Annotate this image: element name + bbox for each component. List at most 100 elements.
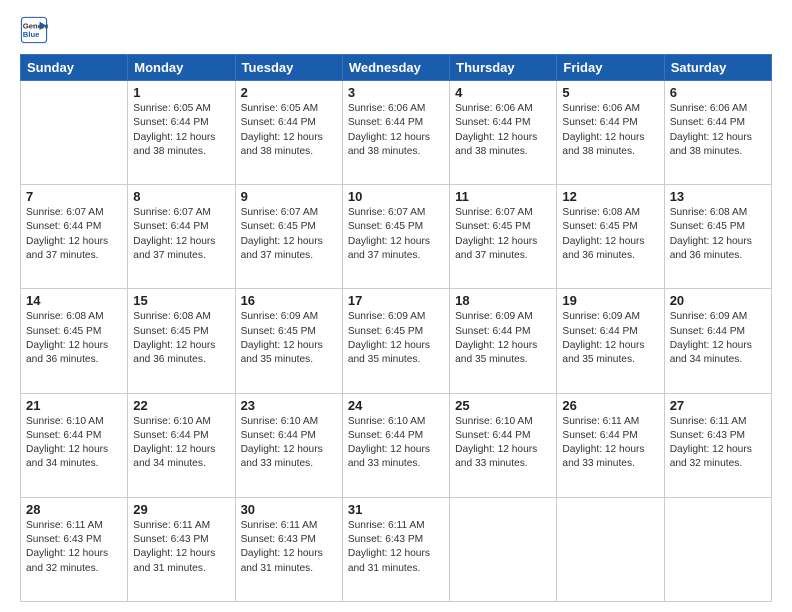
- calendar-cell: 29 Sunrise: 6:11 AM Sunset: 6:43 PM Dayli…: [128, 497, 235, 601]
- calendar-cell: 20 Sunrise: 6:09 AM Sunset: 6:44 PM Dayli…: [664, 289, 771, 393]
- day-number: 12: [562, 189, 658, 204]
- calendar-cell: 12 Sunrise: 6:08 AM Sunset: 6:45 PM Dayli…: [557, 185, 664, 289]
- day-info: Sunrise: 6:10 AM Sunset: 6:44 PM Dayligh…: [26, 415, 122, 472]
- weekday-header-sunday: Sunday: [21, 55, 128, 81]
- day-number: 14: [26, 293, 122, 308]
- day-info: Sunrise: 6:10 AM Sunset: 6:44 PM Dayligh…: [455, 415, 551, 472]
- day-info: Sunrise: 6:10 AM Sunset: 6:44 PM Dayligh…: [133, 415, 229, 472]
- day-info: Sunrise: 6:11 AM Sunset: 6:43 PM Dayligh…: [133, 519, 229, 576]
- logo-icon: General Blue: [20, 16, 48, 44]
- calendar-cell: 22 Sunrise: 6:10 AM Sunset: 6:44 PM Dayli…: [128, 393, 235, 497]
- calendar-cell: 28 Sunrise: 6:11 AM Sunset: 6:43 PM Dayli…: [21, 497, 128, 601]
- day-info: Sunrise: 6:07 AM Sunset: 6:45 PM Dayligh…: [455, 206, 551, 263]
- day-info: Sunrise: 6:08 AM Sunset: 6:45 PM Dayligh…: [562, 206, 658, 263]
- day-number: 11: [455, 189, 551, 204]
- calendar-cell: 15 Sunrise: 6:08 AM Sunset: 6:45 PM Dayli…: [128, 289, 235, 393]
- calendar-cell: 21 Sunrise: 6:10 AM Sunset: 6:44 PM Dayli…: [21, 393, 128, 497]
- day-info: Sunrise: 6:07 AM Sunset: 6:44 PM Dayligh…: [133, 206, 229, 263]
- day-info: Sunrise: 6:09 AM Sunset: 6:44 PM Dayligh…: [670, 310, 766, 367]
- day-number: 2: [241, 85, 337, 100]
- day-info: Sunrise: 6:06 AM Sunset: 6:44 PM Dayligh…: [455, 102, 551, 159]
- day-info: Sunrise: 6:08 AM Sunset: 6:45 PM Dayligh…: [26, 310, 122, 367]
- day-number: 6: [670, 85, 766, 100]
- day-number: 7: [26, 189, 122, 204]
- calendar-week-1: 1 Sunrise: 6:05 AM Sunset: 6:44 PM Daylig…: [21, 81, 772, 185]
- day-number: 9: [241, 189, 337, 204]
- calendar-cell: 17 Sunrise: 6:09 AM Sunset: 6:45 PM Dayli…: [342, 289, 449, 393]
- day-info: Sunrise: 6:09 AM Sunset: 6:45 PM Dayligh…: [348, 310, 444, 367]
- day-info: Sunrise: 6:11 AM Sunset: 6:43 PM Dayligh…: [26, 519, 122, 576]
- day-info: Sunrise: 6:07 AM Sunset: 6:44 PM Dayligh…: [26, 206, 122, 263]
- calendar-cell: [664, 497, 771, 601]
- weekday-header-monday: Monday: [128, 55, 235, 81]
- calendar-cell: 3 Sunrise: 6:06 AM Sunset: 6:44 PM Daylig…: [342, 81, 449, 185]
- day-info: Sunrise: 6:10 AM Sunset: 6:44 PM Dayligh…: [348, 415, 444, 472]
- day-info: Sunrise: 6:08 AM Sunset: 6:45 PM Dayligh…: [133, 310, 229, 367]
- calendar-cell: [21, 81, 128, 185]
- logo: General Blue: [20, 16, 52, 44]
- calendar-cell: 4 Sunrise: 6:06 AM Sunset: 6:44 PM Daylig…: [450, 81, 557, 185]
- calendar-week-4: 21 Sunrise: 6:10 AM Sunset: 6:44 PM Dayli…: [21, 393, 772, 497]
- calendar-cell: 11 Sunrise: 6:07 AM Sunset: 6:45 PM Dayli…: [450, 185, 557, 289]
- day-info: Sunrise: 6:07 AM Sunset: 6:45 PM Dayligh…: [348, 206, 444, 263]
- day-number: 24: [348, 398, 444, 413]
- day-number: 10: [348, 189, 444, 204]
- day-info: Sunrise: 6:07 AM Sunset: 6:45 PM Dayligh…: [241, 206, 337, 263]
- calendar-cell: 27 Sunrise: 6:11 AM Sunset: 6:43 PM Dayli…: [664, 393, 771, 497]
- day-number: 22: [133, 398, 229, 413]
- calendar-cell: 18 Sunrise: 6:09 AM Sunset: 6:44 PM Dayli…: [450, 289, 557, 393]
- day-number: 5: [562, 85, 658, 100]
- calendar-cell: 31Sunrise: 6:11 AM Sunset: 6:43 PM Dayli…: [342, 497, 449, 601]
- calendar-week-2: 7 Sunrise: 6:07 AM Sunset: 6:44 PM Daylig…: [21, 185, 772, 289]
- weekday-header-saturday: Saturday: [664, 55, 771, 81]
- calendar-cell: 16Sunrise: 6:09 AM Sunset: 6:45 PM Dayli…: [235, 289, 342, 393]
- day-info: Sunrise: 6:11 AM Sunset: 6:43 PM Dayligh…: [670, 415, 766, 472]
- day-number: 29: [133, 502, 229, 517]
- day-info: Sunrise: 6:09 AM Sunset: 6:44 PM Dayligh…: [455, 310, 551, 367]
- day-number: 17: [348, 293, 444, 308]
- weekday-header-tuesday: Tuesday: [235, 55, 342, 81]
- day-number: 21: [26, 398, 122, 413]
- day-number: 16: [241, 293, 337, 308]
- day-number: 23: [241, 398, 337, 413]
- day-number: 18: [455, 293, 551, 308]
- weekday-header-thursday: Thursday: [450, 55, 557, 81]
- day-info: Sunrise: 6:10 AM Sunset: 6:44 PM Dayligh…: [241, 415, 337, 472]
- calendar-cell: 9 Sunrise: 6:07 AM Sunset: 6:45 PM Daylig…: [235, 185, 342, 289]
- day-number: 30: [241, 502, 337, 517]
- day-info: Sunrise: 6:06 AM Sunset: 6:44 PM Dayligh…: [348, 102, 444, 159]
- day-number: 4: [455, 85, 551, 100]
- day-info: Sunrise: 6:09 AM Sunset: 6:44 PM Dayligh…: [562, 310, 658, 367]
- day-info: Sunrise: 6:08 AM Sunset: 6:45 PM Dayligh…: [670, 206, 766, 263]
- day-info: Sunrise: 6:05 AM Sunset: 6:44 PM Dayligh…: [133, 102, 229, 159]
- calendar-cell: [450, 497, 557, 601]
- day-info: Sunrise: 6:06 AM Sunset: 6:44 PM Dayligh…: [670, 102, 766, 159]
- calendar-cell: 6 Sunrise: 6:06 AM Sunset: 6:44 PM Daylig…: [664, 81, 771, 185]
- calendar-cell: 14 Sunrise: 6:08 AM Sunset: 6:45 PM Dayli…: [21, 289, 128, 393]
- day-number: 26: [562, 398, 658, 413]
- calendar-week-5: 28 Sunrise: 6:11 AM Sunset: 6:43 PM Dayli…: [21, 497, 772, 601]
- day-number: 8: [133, 189, 229, 204]
- calendar-cell: 1 Sunrise: 6:05 AM Sunset: 6:44 PM Daylig…: [128, 81, 235, 185]
- weekday-header-friday: Friday: [557, 55, 664, 81]
- calendar-cell: 23 Sunrise: 6:10 AM Sunset: 6:44 PM Dayli…: [235, 393, 342, 497]
- weekday-header-row: SundayMondayTuesdayWednesdayThursdayFrid…: [21, 55, 772, 81]
- calendar-table: SundayMondayTuesdayWednesdayThursdayFrid…: [20, 54, 772, 602]
- day-number: 28: [26, 502, 122, 517]
- calendar-cell: 26Sunrise: 6:11 AM Sunset: 6:44 PM Dayli…: [557, 393, 664, 497]
- day-number: 3: [348, 85, 444, 100]
- day-number: 27: [670, 398, 766, 413]
- calendar-cell: 25 Sunrise: 6:10 AM Sunset: 6:44 PM Dayli…: [450, 393, 557, 497]
- calendar-cell: 8 Sunrise: 6:07 AM Sunset: 6:44 PM Daylig…: [128, 185, 235, 289]
- calendar-cell: 10 Sunrise: 6:07 AM Sunset: 6:45 PM Dayli…: [342, 185, 449, 289]
- day-info: Sunrise: 6:11 AM Sunset: 6:43 PM Dayligh…: [348, 519, 444, 576]
- day-number: 20: [670, 293, 766, 308]
- svg-text:Blue: Blue: [23, 30, 40, 39]
- day-number: 25: [455, 398, 551, 413]
- day-info: Sunrise: 6:05 AM Sunset: 6:44 PM Dayligh…: [241, 102, 337, 159]
- day-number: 15: [133, 293, 229, 308]
- day-info: Sunrise: 6:06 AM Sunset: 6:44 PM Dayligh…: [562, 102, 658, 159]
- day-number: 1: [133, 85, 229, 100]
- calendar-cell: 13Sunrise: 6:08 AM Sunset: 6:45 PM Dayli…: [664, 185, 771, 289]
- calendar-cell: 24 Sunrise: 6:10 AM Sunset: 6:44 PM Dayli…: [342, 393, 449, 497]
